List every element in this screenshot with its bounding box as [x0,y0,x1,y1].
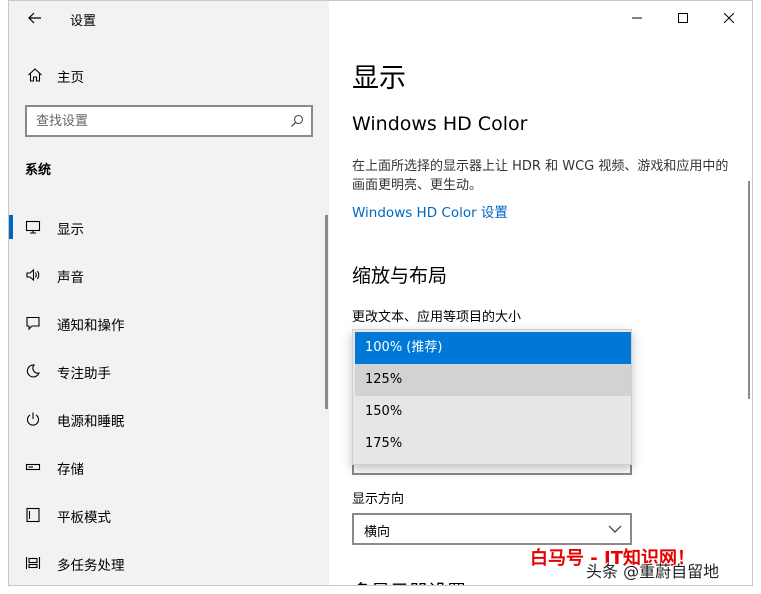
sidebar-item-label: 平板模式 [57,510,111,526]
tablet-icon [26,507,40,523]
sidebar-item-tablet-mode[interactable]: 平板模式 [9,495,329,535]
notification-icon [26,316,40,331]
orientation-value: 横向 [364,525,391,540]
sidebar-item-label: 专注助手 [57,366,111,382]
multi-display-heading: 多显示器设置 [352,577,466,585]
power-icon [26,412,40,426]
back-button[interactable] [19,6,51,30]
maximize-button[interactable] [660,1,706,35]
sidebar-item-label: 声音 [57,270,84,286]
chevron-down-icon [608,525,622,533]
titlebar-left: 设置 [9,1,329,35]
search-box[interactable] [25,105,313,137]
main-scrollbar[interactable] [748,181,750,399]
main-panel: 显示 Windows HD Color 在上面所选择的显示器上让 HDR 和 W… [329,1,752,585]
search-icon[interactable] [290,114,304,128]
scale-heading: 缩放与布局 [352,265,448,287]
hdr-description: 在上面所选择的显示器上让 HDR 和 WCG 视频、游戏和应用中的画面更明亮、更… [352,159,729,193]
scale-dropdown-list[interactable]: 100% (推荐) 125% 150% 175% [352,329,632,465]
scale-option[interactable]: 100% (推荐) [355,332,631,364]
settings-window: 设置 主页 系统 显示 [8,0,753,586]
hdr-settings-link[interactable]: Windows HD Color 设置 [352,201,508,221]
maximize-icon [678,13,688,23]
home-icon [28,68,42,82]
multitask-icon [25,557,41,569]
sidebar-item-label: 通知和操作 [57,318,125,334]
sidebar-item-label: 多任务处理 [57,558,125,574]
sidebar-item-multitasking[interactable]: 多任务处理 [9,543,329,583]
sidebar-item-notifications[interactable]: 通知和操作 [9,303,329,343]
sidebar: 设置 主页 系统 显示 [9,1,329,585]
sidebar-item-power-sleep[interactable]: 电源和睡眠 [9,399,329,439]
orientation-label: 显示方向 [352,492,405,507]
sidebar-item-storage[interactable]: 存储 [9,447,329,487]
monitor-icon [25,220,41,234]
scale-option[interactable]: 150% [355,396,631,428]
sidebar-item-label: 主页 [57,70,84,86]
sidebar-item-sound[interactable]: 声音 [9,255,329,295]
hdr-heading: Windows HD Color [352,113,528,135]
sidebar-item-label: 电源和睡眠 [57,414,125,430]
moon-icon [26,364,40,378]
speaker-icon [26,268,40,282]
orientation-combo[interactable]: 横向 [352,513,632,545]
window-controls [614,1,752,35]
search-input[interactable] [27,107,277,135]
sidebar-item-focus-assist[interactable]: 专注助手 [9,351,329,391]
app-title: 设置 [70,14,97,29]
scale-option[interactable]: 125% [355,364,631,396]
back-arrow-icon [28,12,41,24]
minimize-button[interactable] [614,1,660,35]
sidebar-item-label: 显示 [57,222,84,238]
scale-option[interactable]: 175% [355,428,631,460]
sidebar-item-label: 存储 [57,462,84,478]
storage-icon [25,463,41,471]
sidebar-scrollbar[interactable] [325,215,328,409]
sidebar-item-display[interactable]: 显示 [9,207,329,247]
close-button[interactable] [706,1,752,35]
minimize-icon [632,17,642,19]
scale-label: 更改文本、应用等项目的大小 [352,310,522,325]
sidebar-item-home[interactable]: 主页 [9,59,329,91]
close-icon [724,13,734,23]
section-label: 系统 [25,163,52,178]
page-title: 显示 [352,63,406,94]
